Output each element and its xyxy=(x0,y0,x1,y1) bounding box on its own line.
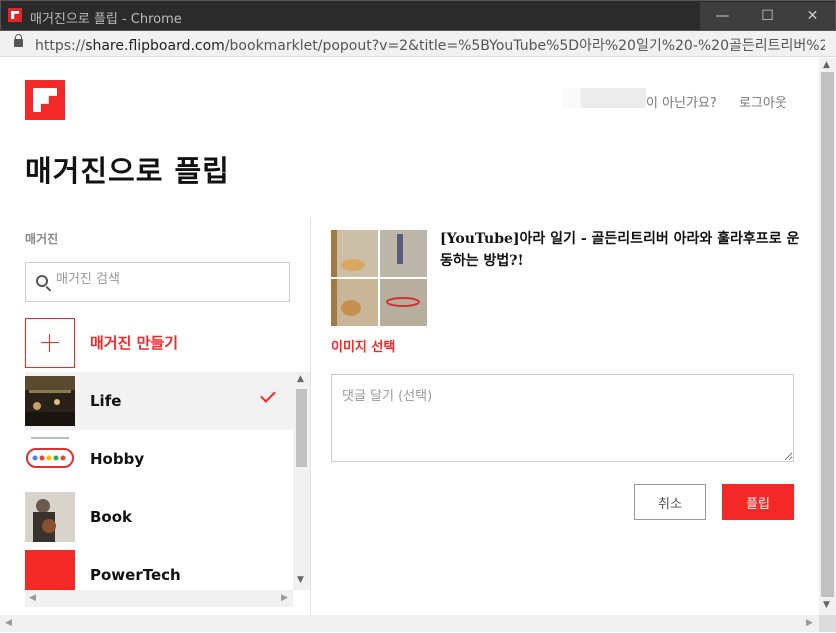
scroll-up-arrow-icon[interactable]: ▲ xyxy=(297,374,304,384)
url-host: share.flipboard.com xyxy=(85,38,225,54)
plus-icon xyxy=(41,334,59,352)
check-icon xyxy=(260,387,276,403)
article-title: [YouTube]아라 일기 - 골든리트리버 아라와 훌라후프로 운동하는 방… xyxy=(440,231,800,269)
page-title: 매거진으로 플립 xyxy=(25,154,230,188)
scroll-left-arrow-icon[interactable]: ◀ xyxy=(29,593,36,603)
scrollbar-corner xyxy=(819,615,836,632)
page-vertical-scrollbar[interactable]: ▲ ▼ xyxy=(819,58,836,615)
magazine-item-book[interactable]: Book xyxy=(25,488,293,546)
page-scrollbar-thumb[interactable] xyxy=(821,72,834,597)
magazine-list: Life Hobby Book PowerTech xyxy=(25,372,293,590)
magazine-list-hscrollbar[interactable]: ◀ ▶ xyxy=(25,590,293,607)
maximize-button[interactable]: ☐ xyxy=(745,2,790,30)
lock-icon xyxy=(14,34,23,47)
page-scroll-down-arrow-icon[interactable]: ▼ xyxy=(823,600,830,610)
magazine-search-input[interactable] xyxy=(56,272,281,287)
address-bar: https://share.flipboard.com/bookmarklet/… xyxy=(0,31,836,57)
page-scroll-up-arrow-icon[interactable]: ▲ xyxy=(823,60,830,70)
panel-divider xyxy=(310,218,311,615)
magazine-thumbnail-book xyxy=(25,492,75,542)
magazine-item-life[interactable]: Life xyxy=(25,372,293,430)
magazine-label-powertech: PowerTech xyxy=(90,566,181,584)
magazine-section-label: 매거진 xyxy=(25,232,59,246)
magazine-list-scrollbar[interactable]: ▲ ▼ xyxy=(293,372,310,590)
close-button[interactable]: ✕ xyxy=(790,2,835,30)
magazine-label-life: Life xyxy=(90,392,122,410)
not-you-link[interactable]: 이 아닌가요? xyxy=(646,92,717,111)
window-title: 매거진으로 플립 - Chrome xyxy=(30,12,182,27)
page-scroll-right-arrow-icon[interactable]: ▶ xyxy=(806,618,813,628)
username-redacted xyxy=(562,88,646,108)
flipboard-app-icon xyxy=(8,8,22,22)
magazine-search-box[interactable] xyxy=(25,262,290,302)
url-rest: /bookmarklet/popout?v=2&title=%5BYouTube… xyxy=(224,38,825,54)
flip-dialog-page: 이 아닌가요? 로그아웃 매거진으로 플립 매거진 매거진 만들기 Life xyxy=(0,58,819,615)
logout-link[interactable]: 로그아웃 xyxy=(739,92,787,111)
url-prefix: https:// xyxy=(35,38,86,54)
create-magazine-label[interactable]: 매거진 만들기 xyxy=(90,332,178,353)
page-horizontal-scrollbar[interactable]: ◀ ▶ xyxy=(0,615,819,632)
scroll-right-arrow-icon[interactable]: ▶ xyxy=(281,593,288,603)
magazine-item-powertech[interactable]: PowerTech xyxy=(25,546,293,590)
create-magazine-button[interactable] xyxy=(25,318,75,368)
magazine-item-hobby[interactable]: Hobby xyxy=(25,430,293,488)
article-preview-image xyxy=(331,230,427,326)
url-text[interactable]: https://share.flipboard.com/bookmarklet/… xyxy=(35,35,825,55)
magazine-thumbnail-powertech xyxy=(25,550,75,590)
search-icon xyxy=(36,275,48,287)
magazine-label-hobby: Hobby xyxy=(90,450,145,468)
cancel-button[interactable]: 취소 xyxy=(634,484,706,520)
scroll-down-arrow-icon[interactable]: ▼ xyxy=(297,575,304,585)
select-image-link[interactable]: 이미지 선택 xyxy=(331,336,395,355)
page-scroll-left-arrow-icon[interactable]: ◀ xyxy=(5,618,12,628)
minimize-button[interactable]: — xyxy=(700,2,745,30)
scrollbar-thumb[interactable] xyxy=(296,389,307,467)
magazine-thumbnail-hobby xyxy=(25,434,75,484)
flipboard-logo xyxy=(25,80,65,120)
comment-textarea[interactable] xyxy=(331,374,794,462)
window-titlebar: 매거진으로 플립 - Chrome — ☐ ✕ xyxy=(0,0,836,31)
flip-button[interactable]: 플립 xyxy=(722,484,794,520)
magazine-label-book: Book xyxy=(90,508,133,526)
magazine-thumbnail-life xyxy=(25,376,75,426)
